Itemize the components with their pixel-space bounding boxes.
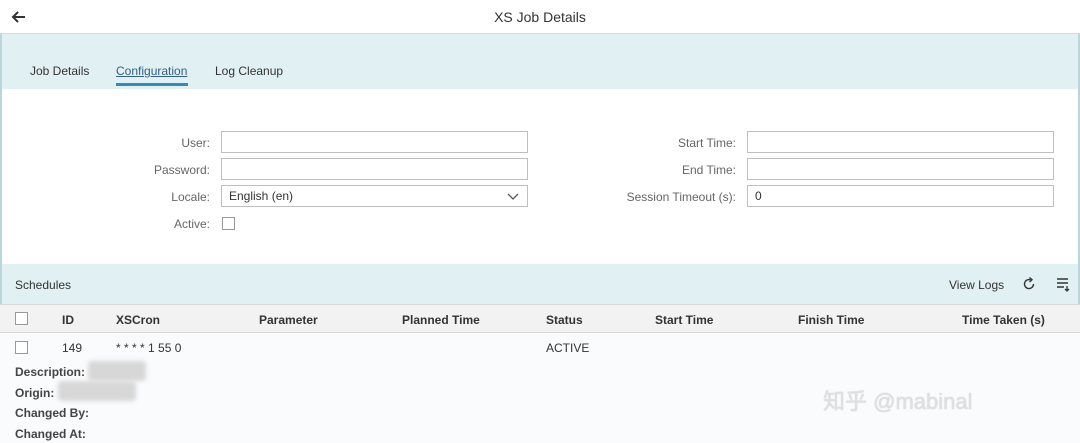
cell-id: 149 [62, 341, 83, 355]
chevron-down-icon [507, 193, 519, 200]
active-label: Active: [173, 217, 210, 231]
cell-xscron: * * * * 1 55 0 [116, 341, 182, 355]
column-header-planned-time[interactable]: Planned Time [402, 313, 480, 327]
changed-at-label: Changed At: [15, 427, 86, 441]
session-timeout-label: Session Timeout (s): [626, 190, 736, 204]
password-input[interactable] [221, 158, 528, 180]
schedules-table-header: ID XSCron Parameter Planned Time Status … [0, 304, 1080, 333]
page-title: XS Job Details [494, 9, 586, 25]
column-header-status[interactable]: Status [546, 313, 583, 327]
user-label: User: [181, 136, 210, 150]
schedules-title: Schedules [15, 278, 72, 292]
end-time-input[interactable] [747, 158, 1054, 180]
list-settings-icon[interactable] [1056, 276, 1072, 292]
end-time-label: End Time: [681, 163, 736, 177]
configuration-form: User: Password: Locale: English (en) Act… [0, 89, 1080, 264]
cell-status: ACTIVE [546, 341, 590, 355]
user-input[interactable] [221, 131, 528, 153]
active-checkbox[interactable] [222, 217, 235, 230]
locale-selected-value: English (en) [229, 189, 294, 203]
column-header-time-taken[interactable]: Time Taken (s) [962, 313, 1045, 327]
origin-label: Origin: [15, 386, 55, 400]
schedules-toolbar: Schedules View Logs [0, 264, 1080, 304]
app-header: XS Job Details [0, 0, 1080, 34]
start-time-label: Start Time: [677, 136, 736, 150]
column-header-start-time[interactable]: Start Time [655, 313, 713, 327]
row-checkbox[interactable] [15, 341, 28, 354]
select-all-checkbox[interactable] [15, 312, 28, 325]
column-header-xscron[interactable]: XSCron [116, 313, 160, 327]
tab-job-details[interactable]: Job Details [30, 64, 89, 78]
active-tab-indicator [116, 83, 188, 86]
password-label: Password: [153, 163, 210, 177]
start-time-input[interactable] [747, 131, 1054, 153]
tab-log-cleanup[interactable]: Log Cleanup [215, 64, 283, 78]
tab-bar: Job Details Configuration Log Cleanup [0, 34, 1080, 89]
locale-label: Locale: [171, 190, 210, 204]
changed-by-label: Changed By: [15, 406, 90, 420]
session-timeout-input[interactable] [747, 185, 1054, 207]
locale-select[interactable]: English (en) [221, 185, 528, 207]
redacted-description [88, 361, 146, 381]
redacted-origin [58, 381, 136, 401]
column-header-finish-time[interactable]: Finish Time [798, 313, 864, 327]
refresh-icon[interactable] [1021, 276, 1037, 292]
view-logs-button[interactable]: View Logs [949, 278, 1004, 292]
tab-configuration[interactable]: Configuration [116, 64, 187, 78]
description-label: Description: [15, 365, 86, 379]
watermark: 知乎 @mabinal [823, 389, 973, 414]
column-header-id[interactable]: ID [62, 313, 74, 327]
column-header-parameter[interactable]: Parameter [259, 313, 318, 327]
